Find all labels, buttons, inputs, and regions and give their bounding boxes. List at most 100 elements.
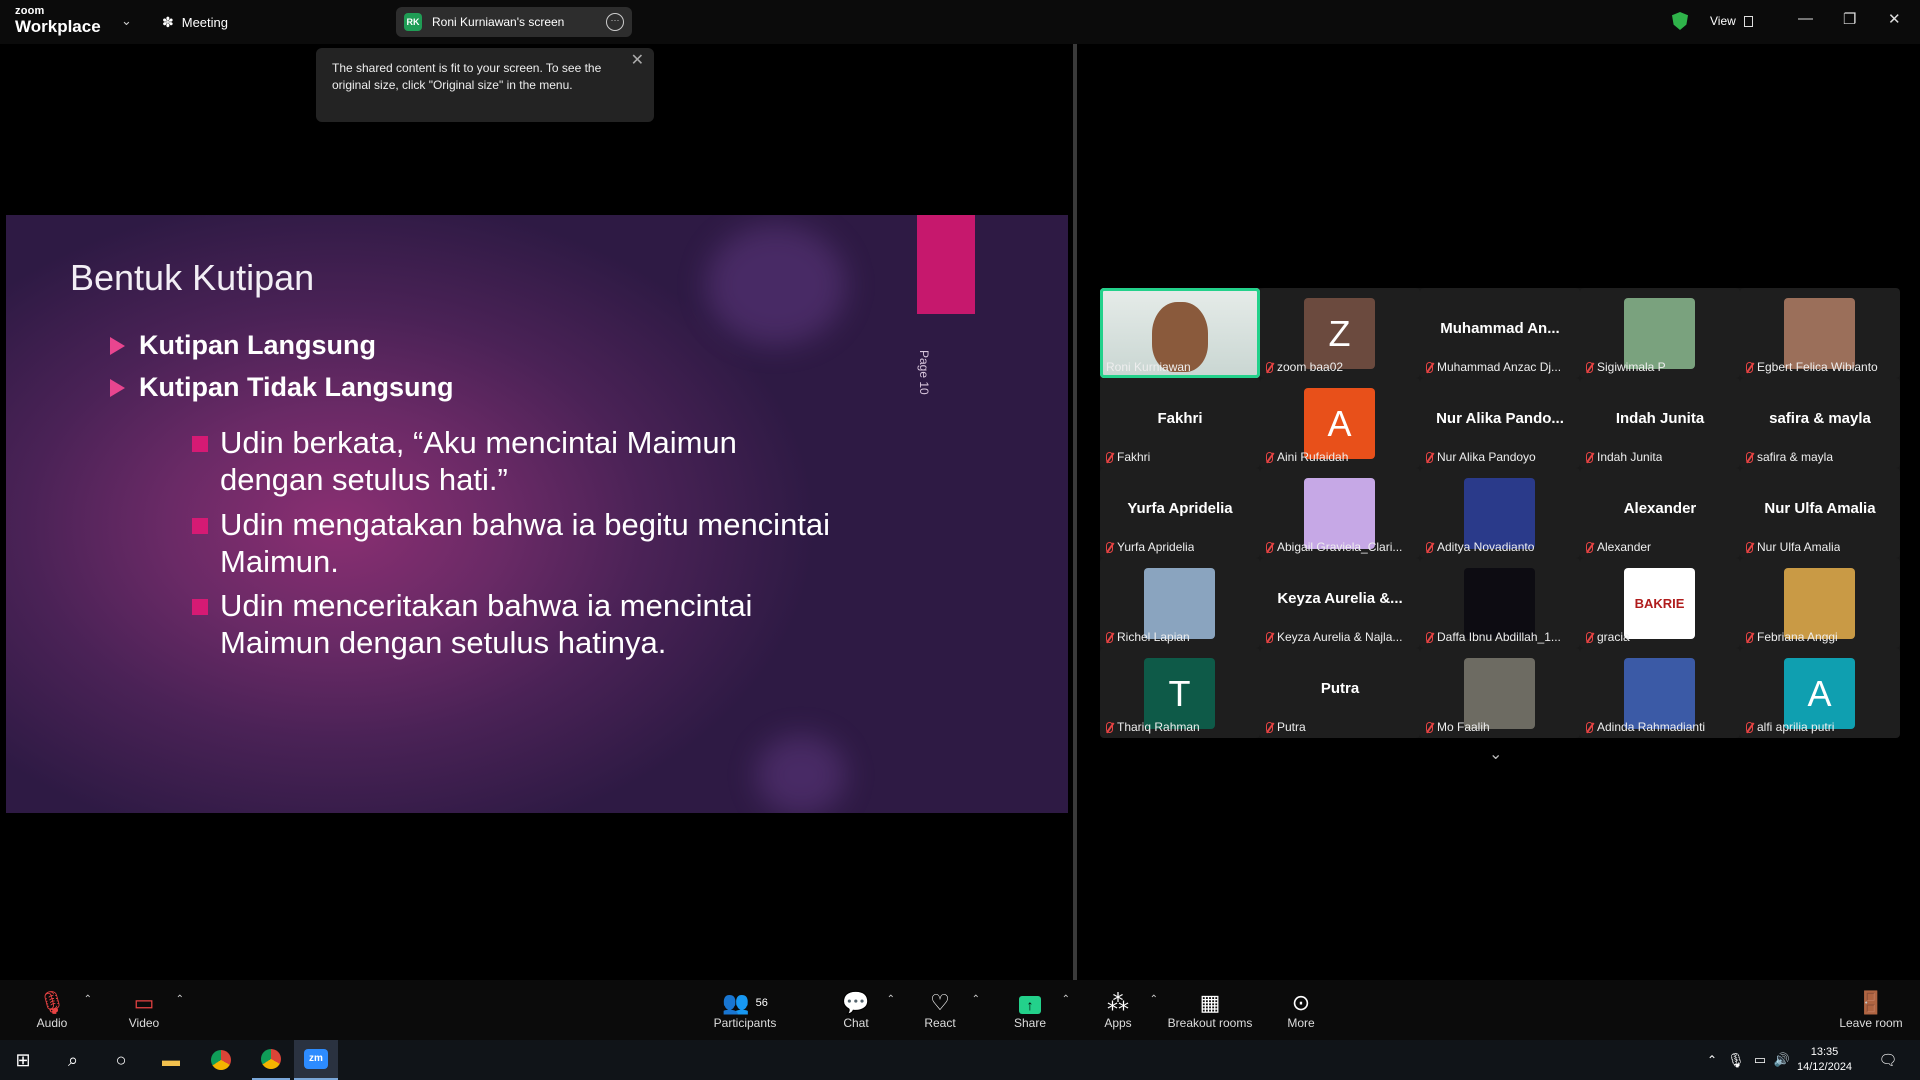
slide-subbullet-1: Udin berkata, “Aku mencintai Maimun deng… — [188, 424, 848, 498]
chrome-profile-icon[interactable] — [252, 1040, 290, 1080]
participant-photo — [1464, 568, 1535, 639]
react-button[interactable]: ♡ React ⌃ — [918, 980, 980, 1040]
search-icon[interactable]: ⌕ — [56, 1040, 90, 1080]
top-bar: zoom Workplace ⌄ ✽ Meeting RK Roni Kurni… — [0, 0, 1920, 44]
participant-tile[interactable]: Egbert Felica Wibianto — [1740, 288, 1900, 378]
participant-tile[interactable]: Richel Lapian — [1100, 558, 1260, 648]
view-button[interactable]: View — [1710, 14, 1753, 28]
participants-button[interactable]: 👥 56 Participants — [710, 980, 780, 1040]
leave-label: Leave room — [1839, 1016, 1903, 1030]
participant-tile[interactable]: Aalfi aprilia putri — [1740, 648, 1900, 738]
react-label: React — [924, 1016, 956, 1030]
slide-subbullet-3: Udin menceritakan bahwa ia mencintai Mai… — [188, 587, 848, 661]
participant-tile[interactable]: Zzoom baa02 — [1260, 288, 1420, 378]
split-view-divider[interactable] — [1073, 44, 1077, 980]
participant-tile[interactable]: Muhammad An... Muhammad Anzac Dj... — [1420, 288, 1580, 378]
participant-tile[interactable]: Daffa Ibnu Abdillah_1... — [1420, 558, 1580, 648]
participant-name-label: gracia — [1586, 630, 1630, 644]
audio-button[interactable]: 🎙 Audio ⌃ — [30, 980, 92, 1040]
zoom-taskbar-icon[interactable]: zm — [294, 1040, 338, 1080]
scroll-down-chevron-icon[interactable]: ⌄ — [1489, 744, 1502, 764]
participant-tile[interactable]: Yurfa Aprideliа Yurfa Aprideliа — [1100, 468, 1260, 558]
participant-tile[interactable]: Abigail Graviela_Clari... — [1260, 468, 1420, 558]
slide-bullet-2: Kutipan Tidak Langsung — [110, 372, 454, 403]
apps-button[interactable]: ⁂ Apps ⌃ — [1096, 980, 1158, 1040]
muted-mic-icon — [1106, 631, 1113, 643]
caret-up-icon[interactable]: ⌃ — [1150, 994, 1158, 1005]
leave-room-button[interactable]: 🚪 Leave room — [1836, 980, 1906, 1040]
file-explorer-icon[interactable]: ▬ — [154, 1040, 188, 1080]
participant-tile[interactable]: Putra Putra — [1260, 648, 1420, 738]
participant-name: Alexander — [1597, 540, 1652, 554]
participant-name: zoom baa02 — [1277, 360, 1344, 374]
shared-slide[interactable]: Page 10 Bentuk Kutipan Kutipan Langsung … — [6, 215, 1068, 813]
audio-label: Audio — [36, 1016, 68, 1030]
participant-name: Aini Rufaidah — [1277, 450, 1349, 464]
screen-share-pill[interactable]: RK Roni Kurniawan's screen ··· — [396, 7, 632, 37]
caret-up-icon[interactable]: ⌃ — [1062, 994, 1070, 1005]
chevron-down-icon[interactable]: ⌄ — [121, 13, 132, 29]
meeting-menu[interactable]: ✽ Meeting — [162, 14, 228, 31]
volume-icon[interactable]: 🔊 — [1772, 1040, 1792, 1080]
muted-mic-icon — [1586, 361, 1593, 373]
tooltip-close-icon[interactable]: ✕ — [631, 52, 644, 69]
participant-tile[interactable]: Adinda Rahmadianti — [1580, 648, 1740, 738]
tray-overflow-icon[interactable]: ⌃ — [1702, 1040, 1722, 1080]
cortana-icon[interactable]: ○ — [104, 1040, 138, 1080]
heart-icon: ♡ — [930, 990, 950, 1015]
participant-name: Thariq Rahman — [1117, 720, 1200, 734]
muted-mic-icon — [1426, 541, 1433, 553]
participant-tile[interactable]: safira & mayla safira & mayla — [1740, 378, 1900, 468]
participant-tile[interactable]: Alexander Alexander — [1580, 468, 1740, 558]
caret-up-icon[interactable]: ⌃ — [887, 994, 895, 1005]
muted-mic-icon — [1266, 541, 1273, 553]
participant-tile[interactable]: Indah Junita Indah Junita — [1580, 378, 1740, 468]
participant-name-label: Keyza Aurelia & Najla... — [1266, 630, 1402, 644]
participant-name-label: Richel Lapian — [1106, 630, 1190, 644]
security-shield-icon[interactable] — [1672, 12, 1688, 30]
close-icon[interactable]: ✕ — [1888, 10, 1901, 28]
restore-icon[interactable]: ❐ — [1843, 10, 1856, 28]
participant-tile[interactable]: T Thariq Rahman — [1100, 648, 1260, 738]
participant-tile[interactable]: Keyza Aurelia &... Keyza Aurelia & Najla.… — [1260, 558, 1420, 648]
meeting-toolbar: 🎙 Audio ⌃ ▭ Video ⌃ 👥 56 Participants 💬 … — [0, 980, 1920, 1040]
participant-tile[interactable]: Aditya Novadianto — [1420, 468, 1580, 558]
muted-mic-icon — [1586, 631, 1593, 643]
participant-display-name: Alexander — [1623, 500, 1697, 517]
participant-photo — [1624, 658, 1695, 729]
participant-name: Adinda Rahmadianti — [1597, 720, 1706, 734]
participant-tile[interactable]: Fakhri Fakhri — [1100, 378, 1260, 468]
participant-name-label: Nur Alika Pandoyo — [1426, 450, 1536, 464]
network-icon[interactable]: ▭ — [1750, 1040, 1770, 1080]
caret-up-icon[interactable]: ⌃ — [84, 994, 92, 1005]
chat-button[interactable]: 💬 Chat ⌃ — [835, 980, 895, 1040]
bullet-text: Kutipan Langsung — [139, 330, 376, 360]
minimize-icon[interactable]: — — [1798, 10, 1813, 27]
participant-name: Daffa Ibnu Abdillah_1... — [1437, 630, 1561, 644]
windows-start-icon[interactable]: ⊞ — [6, 1040, 40, 1080]
microphone-tray-icon[interactable]: 🎙 — [1726, 1040, 1746, 1080]
more-options-icon[interactable]: ··· — [606, 13, 624, 31]
participant-name: Febriana Anggi — [1757, 630, 1838, 644]
notifications-icon[interactable]: 🗨 — [1876, 1040, 1900, 1080]
caret-up-icon[interactable]: ⌃ — [176, 994, 184, 1005]
participant-tile[interactable]: Nur Ulfa Amalia Nur Ulfa Amalia — [1740, 468, 1900, 558]
breakout-rooms-button[interactable]: ▦ Breakout rooms — [1164, 980, 1256, 1040]
participant-tile[interactable]: Febriana Anggi — [1740, 558, 1900, 648]
background-glow — [756, 735, 846, 813]
participant-tile[interactable]: Sigiwimala P — [1580, 288, 1740, 378]
participant-tile[interactable]: Roni Kurniawan — [1100, 288, 1260, 378]
participant-name-label: Adinda Rahmadianti — [1586, 720, 1705, 734]
participant-tile[interactable]: Nur Alika Pando... Nur Alika Pandoyo — [1420, 378, 1580, 468]
zoom-workplace-logo[interactable]: zoom Workplace — [15, 6, 101, 36]
chrome-icon[interactable] — [204, 1040, 238, 1080]
more-button[interactable]: ⊙ More — [1280, 980, 1322, 1040]
video-button[interactable]: ▭ Video ⌃ — [122, 980, 184, 1040]
participant-tile[interactable]: Mo Faalih — [1420, 648, 1580, 738]
more-label: More — [1287, 1016, 1315, 1030]
participant-tile[interactable]: BAKRIE gracia — [1580, 558, 1740, 648]
caret-up-icon[interactable]: ⌃ — [972, 994, 980, 1005]
share-button[interactable]: ↑ Share ⌃ — [1008, 980, 1070, 1040]
participant-tile[interactable]: A Aini Rufaidah — [1260, 378, 1420, 468]
system-clock[interactable]: 13:35 14/12/2024 — [1797, 1045, 1852, 1075]
